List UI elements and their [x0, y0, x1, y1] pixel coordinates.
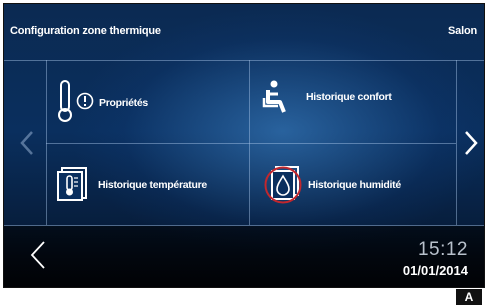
back-arrow-icon[interactable] — [30, 240, 46, 275]
thermometer-icon — [56, 79, 74, 128]
page-title: Configuration zone thermique — [10, 25, 161, 37]
tile-comfort-history[interactable]: Historique confort — [254, 64, 454, 142]
tile-temperature-history[interactable]: Historique température — [52, 146, 247, 224]
header-bar: Configuration zone thermique Salon — [4, 4, 484, 60]
next-page-arrow-icon[interactable] — [464, 130, 478, 161]
tile-humidity-history-label: Historique humidité — [308, 179, 401, 191]
divider-top — [4, 60, 484, 61]
room-name: Salon — [448, 25, 477, 37]
figure-label-badge: A — [456, 289, 482, 305]
tile-humidity-history[interactable]: Historique humidité — [254, 146, 454, 224]
seated-person-icon — [262, 80, 292, 119]
clock-time: 15:12 — [417, 239, 468, 260]
info-icon — [76, 92, 94, 115]
divider-middle — [46, 143, 456, 144]
tile-properties-label: Propriétés — [99, 97, 148, 109]
tile-properties[interactable]: Propriétés — [52, 64, 247, 142]
thermostat-screen: Configuration zone thermique Salon Propr… — [3, 3, 485, 288]
clock-date: 01/01/2014 — [402, 263, 468, 278]
divider-right — [456, 60, 457, 225]
previous-page-arrow-icon[interactable] — [20, 130, 34, 161]
tile-comfort-history-label: Historique confort — [306, 91, 392, 103]
temperature-history-icon — [56, 164, 92, 207]
humidity-history-icon — [262, 161, 304, 210]
divider-left — [46, 60, 47, 225]
divider-center — [249, 60, 250, 225]
tile-temperature-history-label: Historique température — [98, 179, 207, 191]
